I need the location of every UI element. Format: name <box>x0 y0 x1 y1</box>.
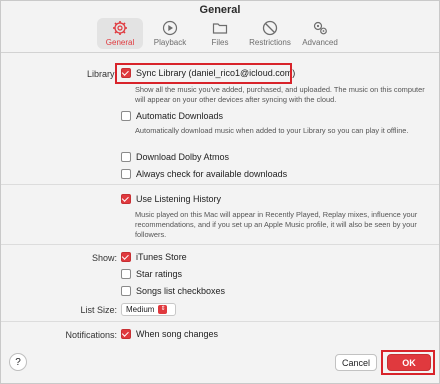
play-icon <box>162 20 178 36</box>
list-size-select[interactable]: Medium ⇕ <box>121 303 176 316</box>
listening-history-description: Music played on this Mac will appear in … <box>135 210 418 239</box>
listening-history-checkbox[interactable] <box>121 194 131 204</box>
dolby-atmos-option[interactable]: Download Dolby Atmos <box>121 152 229 162</box>
always-check-option[interactable]: Always check for available downloads <box>121 169 287 179</box>
library-label: Library: <box>86 69 117 79</box>
songs-checkboxes-option[interactable]: Songs list checkboxes <box>121 286 225 296</box>
window-title: General <box>199 4 241 16</box>
star-ratings-option[interactable]: Star ratings <box>121 269 182 279</box>
folder-icon <box>212 23 228 34</box>
sync-library-option[interactable]: Sync Library (daniel_rico1@icloud.com) <box>121 68 295 78</box>
show-label: Show: <box>91 253 117 263</box>
preferences-toolbar: General Playback Files Restrictions Adva… <box>1 18 439 50</box>
itunes-store-checkbox[interactable] <box>121 252 131 262</box>
automatic-downloads-checkbox[interactable] <box>121 111 131 121</box>
song-change-checkbox[interactable] <box>121 329 131 339</box>
section-divider <box>1 244 439 245</box>
tab-playback[interactable]: Playback <box>147 18 193 49</box>
chevron-updown-icon: ⇕ <box>158 305 168 314</box>
songs-checkboxes-checkbox[interactable] <box>121 286 131 296</box>
cancel-button[interactable]: Cancel <box>335 354 377 371</box>
help-button[interactable]: ? <box>9 353 27 371</box>
automatic-downloads-description: Automatically download music when added … <box>135 126 409 135</box>
automatic-downloads-text: Automatic Downloads <box>136 111 224 121</box>
listening-history-text: Use Listening History <box>136 194 222 204</box>
song-change-text: When song changes <box>136 329 219 339</box>
list-size-value: Medium <box>126 305 155 314</box>
list-size-label: List Size: <box>80 305 117 315</box>
section-divider <box>1 184 439 185</box>
notifications-label: Notifications: <box>65 330 117 340</box>
sync-library-checkbox[interactable] <box>121 68 131 78</box>
itunes-store-option[interactable]: iTunes Store <box>121 252 187 262</box>
tab-playback-label: Playback <box>153 38 187 47</box>
tab-advanced-label: Advanced <box>302 38 338 47</box>
songs-checkboxes-text: Songs list checkboxes <box>136 286 226 296</box>
gear-icon <box>113 21 127 35</box>
star-ratings-checkbox[interactable] <box>121 269 131 279</box>
itunes-store-text: iTunes Store <box>136 252 187 262</box>
tab-general-label: General <box>105 38 135 47</box>
tab-files-label: Files <box>211 38 229 47</box>
tab-restrictions-label: Restrictions <box>249 38 291 47</box>
gears-icon <box>313 21 327 35</box>
no-entry-icon <box>262 20 278 36</box>
sync-library-description: Show all the music you've added, purchas… <box>135 85 425 104</box>
always-check-checkbox[interactable] <box>121 169 131 179</box>
sync-library-text: Sync Library (daniel_rico1@icloud.com) <box>136 68 296 78</box>
automatic-downloads-option[interactable]: Automatic Downloads <box>121 111 223 121</box>
tab-files[interactable]: Files <box>197 18 243 49</box>
always-check-text: Always check for available downloads <box>136 169 288 179</box>
listening-history-option[interactable]: Use Listening History <box>121 194 221 204</box>
star-ratings-text: Star ratings <box>136 269 183 279</box>
dolby-atmos-text: Download Dolby Atmos <box>136 152 230 162</box>
tab-restrictions[interactable]: Restrictions <box>247 18 293 49</box>
section-divider <box>1 321 439 322</box>
toolbar-divider <box>1 52 439 53</box>
song-change-option[interactable]: When song changes <box>121 329 218 339</box>
general-preferences-window: General General Playback Files Restricti… <box>0 0 440 384</box>
ok-button[interactable]: OK <box>387 354 431 371</box>
dolby-atmos-checkbox[interactable] <box>121 152 131 162</box>
tab-advanced[interactable]: Advanced <box>297 18 343 49</box>
tab-general[interactable]: General <box>97 18 143 49</box>
